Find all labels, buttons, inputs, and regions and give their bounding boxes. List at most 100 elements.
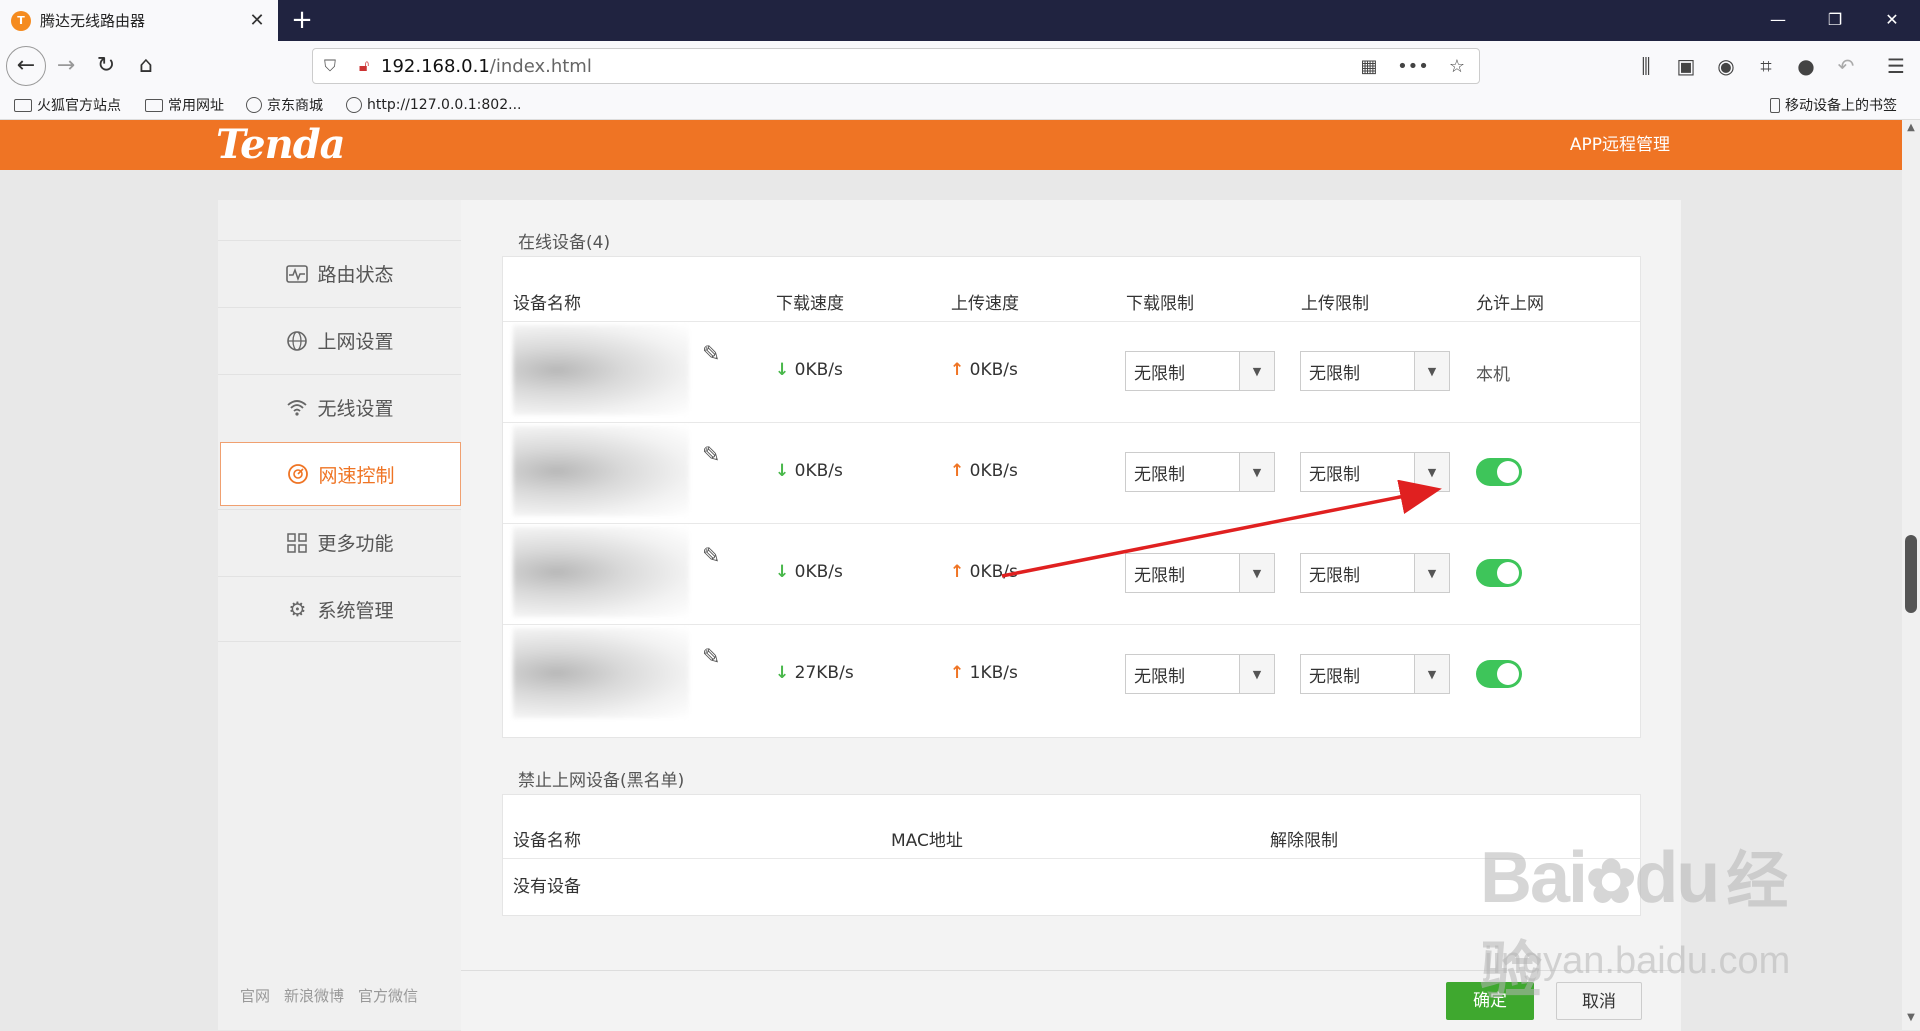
back-arrow-icon[interactable]: ← xyxy=(6,46,46,86)
edit-pencil-icon[interactable]: ✎ xyxy=(702,645,720,670)
sidebar-item-more-features[interactable]: 更多功能 xyxy=(218,509,461,575)
globe-icon xyxy=(346,97,362,113)
scroll-down-icon[interactable]: ▼ xyxy=(1902,1012,1920,1023)
upload-speed-value: 1KB/s xyxy=(969,663,1018,683)
page-scrollbar[interactable]: ▲ ▼ xyxy=(1902,120,1920,1030)
dropdown-caret-icon[interactable]: ▼ xyxy=(1239,352,1274,390)
blacklist-title: 禁止上网设备(黑名单) xyxy=(518,771,685,791)
shield-icon[interactable]: ⛉ xyxy=(313,56,347,76)
download-speed-value: 0KB/s xyxy=(794,360,843,380)
allow-internet-toggle[interactable] xyxy=(1476,559,1522,587)
grid-icon xyxy=(285,531,309,555)
down-arrow-icon: ↓ xyxy=(775,360,790,380)
download-speed-value: 27KB/s xyxy=(794,663,854,683)
home-icon[interactable]: ⌂ xyxy=(128,48,164,84)
bookmark-firefox-site[interactable]: 火狐官方站点 xyxy=(14,94,121,116)
tab-close-icon[interactable]: ✕ xyxy=(244,10,270,31)
table-row-divider xyxy=(503,858,1640,859)
local-device-label: 本机 xyxy=(1476,365,1510,385)
sidebar-item-wireless-settings[interactable]: 无线设置 xyxy=(218,374,461,440)
sidebar-toggle-icon[interactable]: ▣ xyxy=(1668,50,1704,82)
down-arrow-icon: ↓ xyxy=(775,461,790,481)
sidebar-item-label: 更多功能 xyxy=(317,533,394,555)
scroll-up-icon[interactable]: ▲ xyxy=(1902,122,1920,133)
qr-code-icon[interactable]: ▦ xyxy=(1347,56,1391,77)
bookmark-label: 移动设备上的书签 xyxy=(1785,98,1897,114)
reload-icon[interactable]: ↻ xyxy=(88,48,124,84)
col-download-limit: 下载限制 xyxy=(1126,294,1194,314)
bookmark-label: 京东商城 xyxy=(267,98,323,114)
col-mac-address: MAC地址 xyxy=(891,831,963,851)
edit-pencil-icon[interactable]: ✎ xyxy=(702,342,720,367)
upload-limit-select[interactable]: 无限制 ▼ xyxy=(1300,654,1450,694)
account-icon[interactable]: ◉ xyxy=(1708,50,1744,82)
sidebar-item-router-status[interactable]: 路由状态 xyxy=(218,240,461,306)
hamburger-menu-icon[interactable]: ☰ xyxy=(1878,50,1914,82)
col-device-name: 设备名称 xyxy=(513,831,581,851)
url-text[interactable]: 192.168.0.1/index.html xyxy=(381,56,1347,77)
bookmark-label: http://127.0.0.1:802... xyxy=(367,97,522,113)
sidebar-item-label: 上网设置 xyxy=(317,331,394,353)
device-name-blurred xyxy=(513,628,689,718)
dropdown-caret-icon[interactable]: ▼ xyxy=(1239,655,1274,693)
download-speed: ↓ 0KB/s xyxy=(775,360,843,380)
bookmark-jd[interactable]: 京东商城 xyxy=(246,94,323,116)
allow-internet-toggle[interactable] xyxy=(1476,660,1522,688)
folder-icon xyxy=(145,98,163,112)
bookmark-star-icon[interactable]: ☆ xyxy=(1435,56,1479,77)
dropdown-caret-icon[interactable]: ▼ xyxy=(1414,655,1449,693)
wechat-link[interactable]: 官方微信 xyxy=(358,987,418,1005)
bookmark-common-sites[interactable]: 常用网址 xyxy=(145,94,224,116)
folder-icon xyxy=(14,98,32,112)
table-row-divider xyxy=(503,321,1640,322)
download-speed: ↓ 0KB/s xyxy=(775,562,843,582)
device-name-blurred xyxy=(513,325,689,415)
select-value: 无限制 xyxy=(1309,666,1360,687)
weibo-link[interactable]: 新浪微博 xyxy=(284,987,344,1005)
edit-pencil-icon[interactable]: ✎ xyxy=(702,443,720,468)
download-speed: ↓ 0KB/s xyxy=(775,461,843,481)
dropdown-caret-icon[interactable]: ▼ xyxy=(1414,352,1449,390)
forward-arrow-icon[interactable]: → xyxy=(48,48,84,84)
red-annotation-arrow xyxy=(1001,480,1442,578)
app-remote-link[interactable]: APP远程管理 xyxy=(1560,120,1680,170)
edit-pencil-icon[interactable]: ✎ xyxy=(702,544,720,569)
screenshot-icon[interactable]: ⌗ xyxy=(1748,50,1784,82)
upload-speed: ↑ 0KB/s xyxy=(950,360,1018,380)
official-site-link[interactable]: 官网 xyxy=(240,987,270,1005)
chat-icon[interactable]: ● xyxy=(1788,50,1824,82)
down-arrow-icon: ↓ xyxy=(775,663,790,683)
insecure-lock-icon[interactable]: 🔓︎ xyxy=(347,56,381,76)
address-bar[interactable]: ⛉ 🔓︎ 192.168.0.1/index.html ▦ ••• ☆ xyxy=(312,48,1480,84)
device-name-blurred xyxy=(513,527,689,617)
upload-speed-value: 0KB/s xyxy=(969,360,1018,380)
allow-internet-toggle[interactable] xyxy=(1476,458,1522,486)
col-device-name: 设备名称 xyxy=(513,294,581,314)
col-upload-speed: 上传速度 xyxy=(951,294,1019,314)
upload-limit-select[interactable]: 无限制 ▼ xyxy=(1300,351,1450,391)
sidebar-item-system-management[interactable]: ⚙ 系统管理 xyxy=(218,576,461,642)
wifi-icon xyxy=(285,396,309,420)
minimize-icon[interactable]: — xyxy=(1748,4,1808,36)
sidebar-item-label: 路由状态 xyxy=(317,264,394,286)
library-icon[interactable]: ⫼ xyxy=(1628,50,1664,82)
globe-icon xyxy=(246,97,262,113)
blacklist-table xyxy=(502,794,1641,916)
col-upload-limit: 上传限制 xyxy=(1301,294,1369,314)
bookmark-mobile[interactable]: 移动设备上的书签 xyxy=(1770,94,1897,116)
more-dots-icon[interactable]: ••• xyxy=(1391,56,1435,77)
scrollbar-thumb[interactable] xyxy=(1905,535,1917,613)
sidebar-item-internet-settings[interactable]: 上网设置 xyxy=(218,307,461,373)
browser-tab[interactable]: T 腾达无线路由器 ✕ xyxy=(0,0,278,41)
sidebar-item-speed-control[interactable]: 网速控制 xyxy=(220,442,461,506)
select-value: 无限制 xyxy=(1309,363,1360,384)
bookmark-localhost[interactable]: http://127.0.0.1:802... xyxy=(346,94,521,116)
window-close-icon[interactable]: ✕ xyxy=(1862,4,1920,36)
download-limit-select[interactable]: 无限制 ▼ xyxy=(1125,654,1275,694)
sidebar-item-label: 无线设置 xyxy=(317,398,394,420)
gear-icon: ⚙ xyxy=(288,597,307,621)
restore-icon[interactable]: ❐ xyxy=(1805,4,1865,36)
new-tab-plus-icon[interactable]: + xyxy=(286,4,318,36)
download-limit-select[interactable]: 无限制 ▼ xyxy=(1125,351,1275,391)
undo-icon[interactable]: ↶ xyxy=(1828,50,1864,82)
